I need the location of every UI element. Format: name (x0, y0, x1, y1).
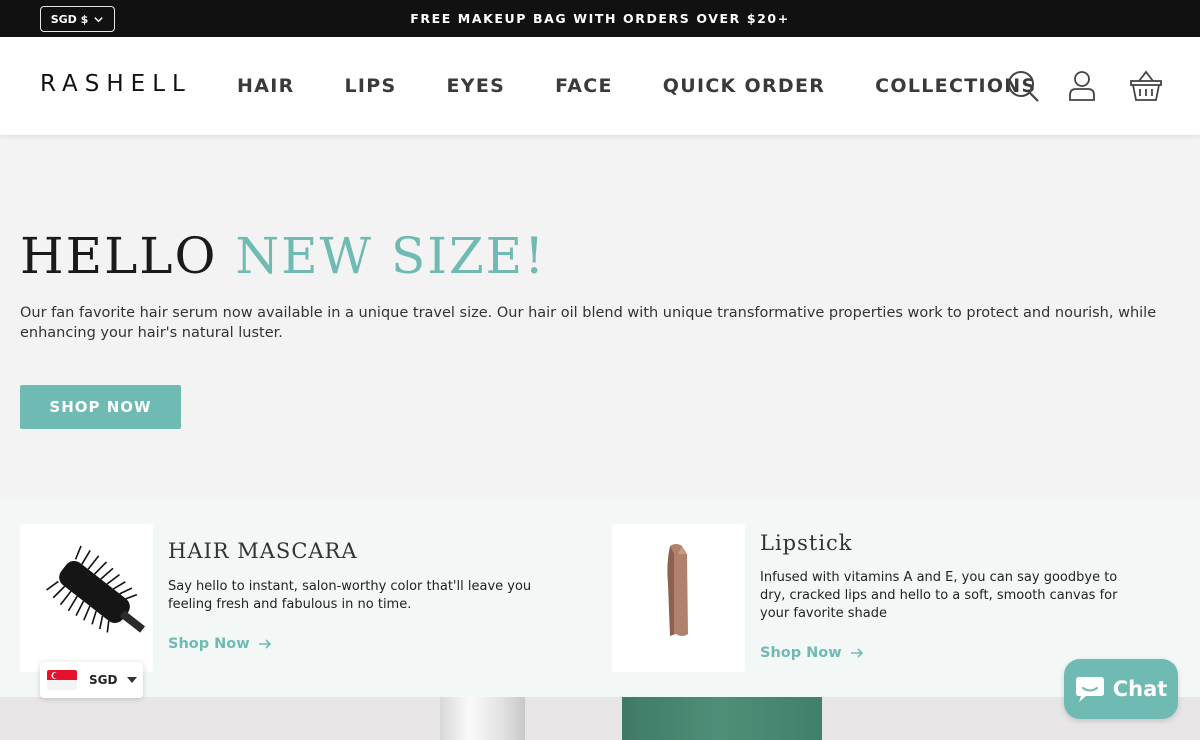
lipstick-shop-link[interactable]: Shop Now (760, 645, 864, 661)
product-bottle-image (622, 697, 822, 740)
currency-selector-label: SGD $ (50, 12, 89, 26)
cart-basket-icon[interactable] (1129, 69, 1163, 103)
singapore-flag-icon (47, 670, 77, 690)
lipstick-description: Infused with vitamins A and E, you can s… (760, 570, 1118, 621)
shop-now-button[interactable]: SHOP NOW (20, 385, 181, 429)
lipstick-swatch-icon (667, 544, 688, 636)
chat-label: Chat (1112, 677, 1168, 701)
caret-down-icon (127, 677, 138, 683)
nav-item-lips[interactable]: LIPS (345, 75, 397, 97)
hero-title-accent: NEW SIZE! (235, 227, 547, 285)
arrow-right-icon (258, 639, 271, 649)
shop-now-link-label: Shop Now (168, 636, 250, 652)
chat-bubble-icon (1075, 677, 1104, 702)
currency-code: SGD (89, 673, 118, 687)
lipstick-image[interactable] (612, 524, 745, 672)
next-banner-image (0, 697, 1200, 740)
lipstick-title[interactable]: Lipstick (760, 531, 853, 555)
nav-item-eyes[interactable]: EYES (447, 75, 506, 97)
hero-title: HELLO NEW SIZE! (20, 227, 546, 285)
nav-item-face[interactable]: FACE (555, 75, 613, 97)
nav-item-quick-order[interactable]: QUICK ORDER (663, 75, 825, 97)
hair-mascara-shop-link[interactable]: Shop Now (168, 636, 272, 652)
currency-selector[interactable]: SGD $ (40, 6, 115, 32)
hero-title-main: HELLO (20, 227, 236, 285)
announcement-bar: FREE MAKEUP BAG WITH ORDERS OVER $20+ SG… (0, 0, 1200, 37)
hair-mascara-description: Say hello to instant, salon-worthy color… (168, 579, 532, 612)
featured-products: HAIR MASCARA Say hello to instant, salon… (0, 499, 1200, 697)
chat-button[interactable]: Chat (1064, 659, 1178, 719)
mascara-brush-icon (46, 545, 146, 633)
announcement-text: FREE MAKEUP BAG WITH ORDERS OVER $20+ (410, 11, 790, 26)
hero-description: Our fan favorite hair serum now availabl… (20, 305, 1157, 341)
search-icon[interactable] (1006, 69, 1040, 103)
currency-widget[interactable]: SGD (40, 662, 143, 698)
chevron-down-icon (94, 16, 103, 22)
site-header: RASHELL HAIR LIPS EYES FACE QUICK ORDER … (0, 37, 1200, 135)
arrow-right-icon (850, 648, 863, 658)
main-nav: HAIR LIPS EYES FACE QUICK ORDER COLLECTI… (237, 72, 1036, 100)
product-bottle-image (440, 697, 525, 740)
brand-logo[interactable]: RASHELL (40, 71, 192, 97)
hero-banner: HELLO NEW SIZE! Our fan favorite hair se… (0, 135, 1200, 499)
hair-mascara-image[interactable] (20, 524, 153, 672)
nav-item-hair[interactable]: HAIR (237, 75, 295, 97)
account-icon[interactable] (1065, 69, 1099, 103)
hair-mascara-title[interactable]: HAIR MASCARA (168, 539, 358, 563)
shop-now-link-label: Shop Now (760, 645, 842, 661)
